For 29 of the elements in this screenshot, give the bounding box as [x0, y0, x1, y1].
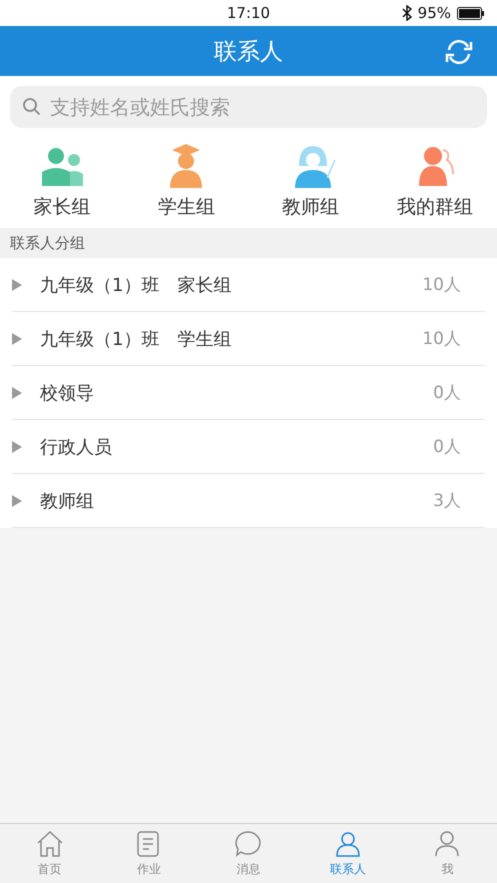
member-count: 3人: [433, 490, 461, 512]
group-shortcut[interactable]: 教师组: [248, 142, 373, 220]
search-icon: [22, 97, 42, 117]
chat-bubble-icon: [233, 829, 264, 859]
search-field[interactable]: 支持姓名或姓氏搜索: [10, 86, 487, 128]
member-count: 0人: [433, 382, 461, 404]
group-shortcut[interactable]: 我的群组: [372, 142, 497, 220]
bluetooth-icon: [402, 5, 412, 21]
status-time: 17:10: [226, 4, 270, 22]
collapsed-caret-icon[interactable]: [12, 332, 22, 344]
group-shortcut[interactable]: 学生组: [124, 142, 248, 220]
member-count: 10人: [422, 328, 461, 350]
section-header: 联系人分组: [0, 228, 497, 258]
group-name[interactable]: 九年级（1）班 学生组: [40, 326, 422, 350]
group-name[interactable]: 行政人员: [40, 434, 434, 458]
battery-icon: [457, 6, 485, 20]
member-count: 10人: [422, 274, 461, 296]
group-name[interactable]: 九年级（1）班 家长组: [40, 272, 422, 296]
page-title: 联系人: [214, 38, 283, 66]
battery-percent: 95%: [418, 4, 451, 22]
member-count: 0人: [433, 436, 461, 458]
group-shortcut[interactable]: 家长组: [0, 142, 124, 220]
collapsed-caret-icon[interactable]: [12, 440, 22, 452]
home-icon: [34, 829, 65, 859]
collapsed-caret-icon[interactable]: [12, 278, 22, 290]
group-name[interactable]: 校领导: [40, 380, 434, 404]
group-name[interactable]: 教师组: [40, 488, 434, 512]
collapsed-caret-icon[interactable]: [12, 386, 22, 398]
collapsed-caret-icon[interactable]: [12, 494, 22, 506]
